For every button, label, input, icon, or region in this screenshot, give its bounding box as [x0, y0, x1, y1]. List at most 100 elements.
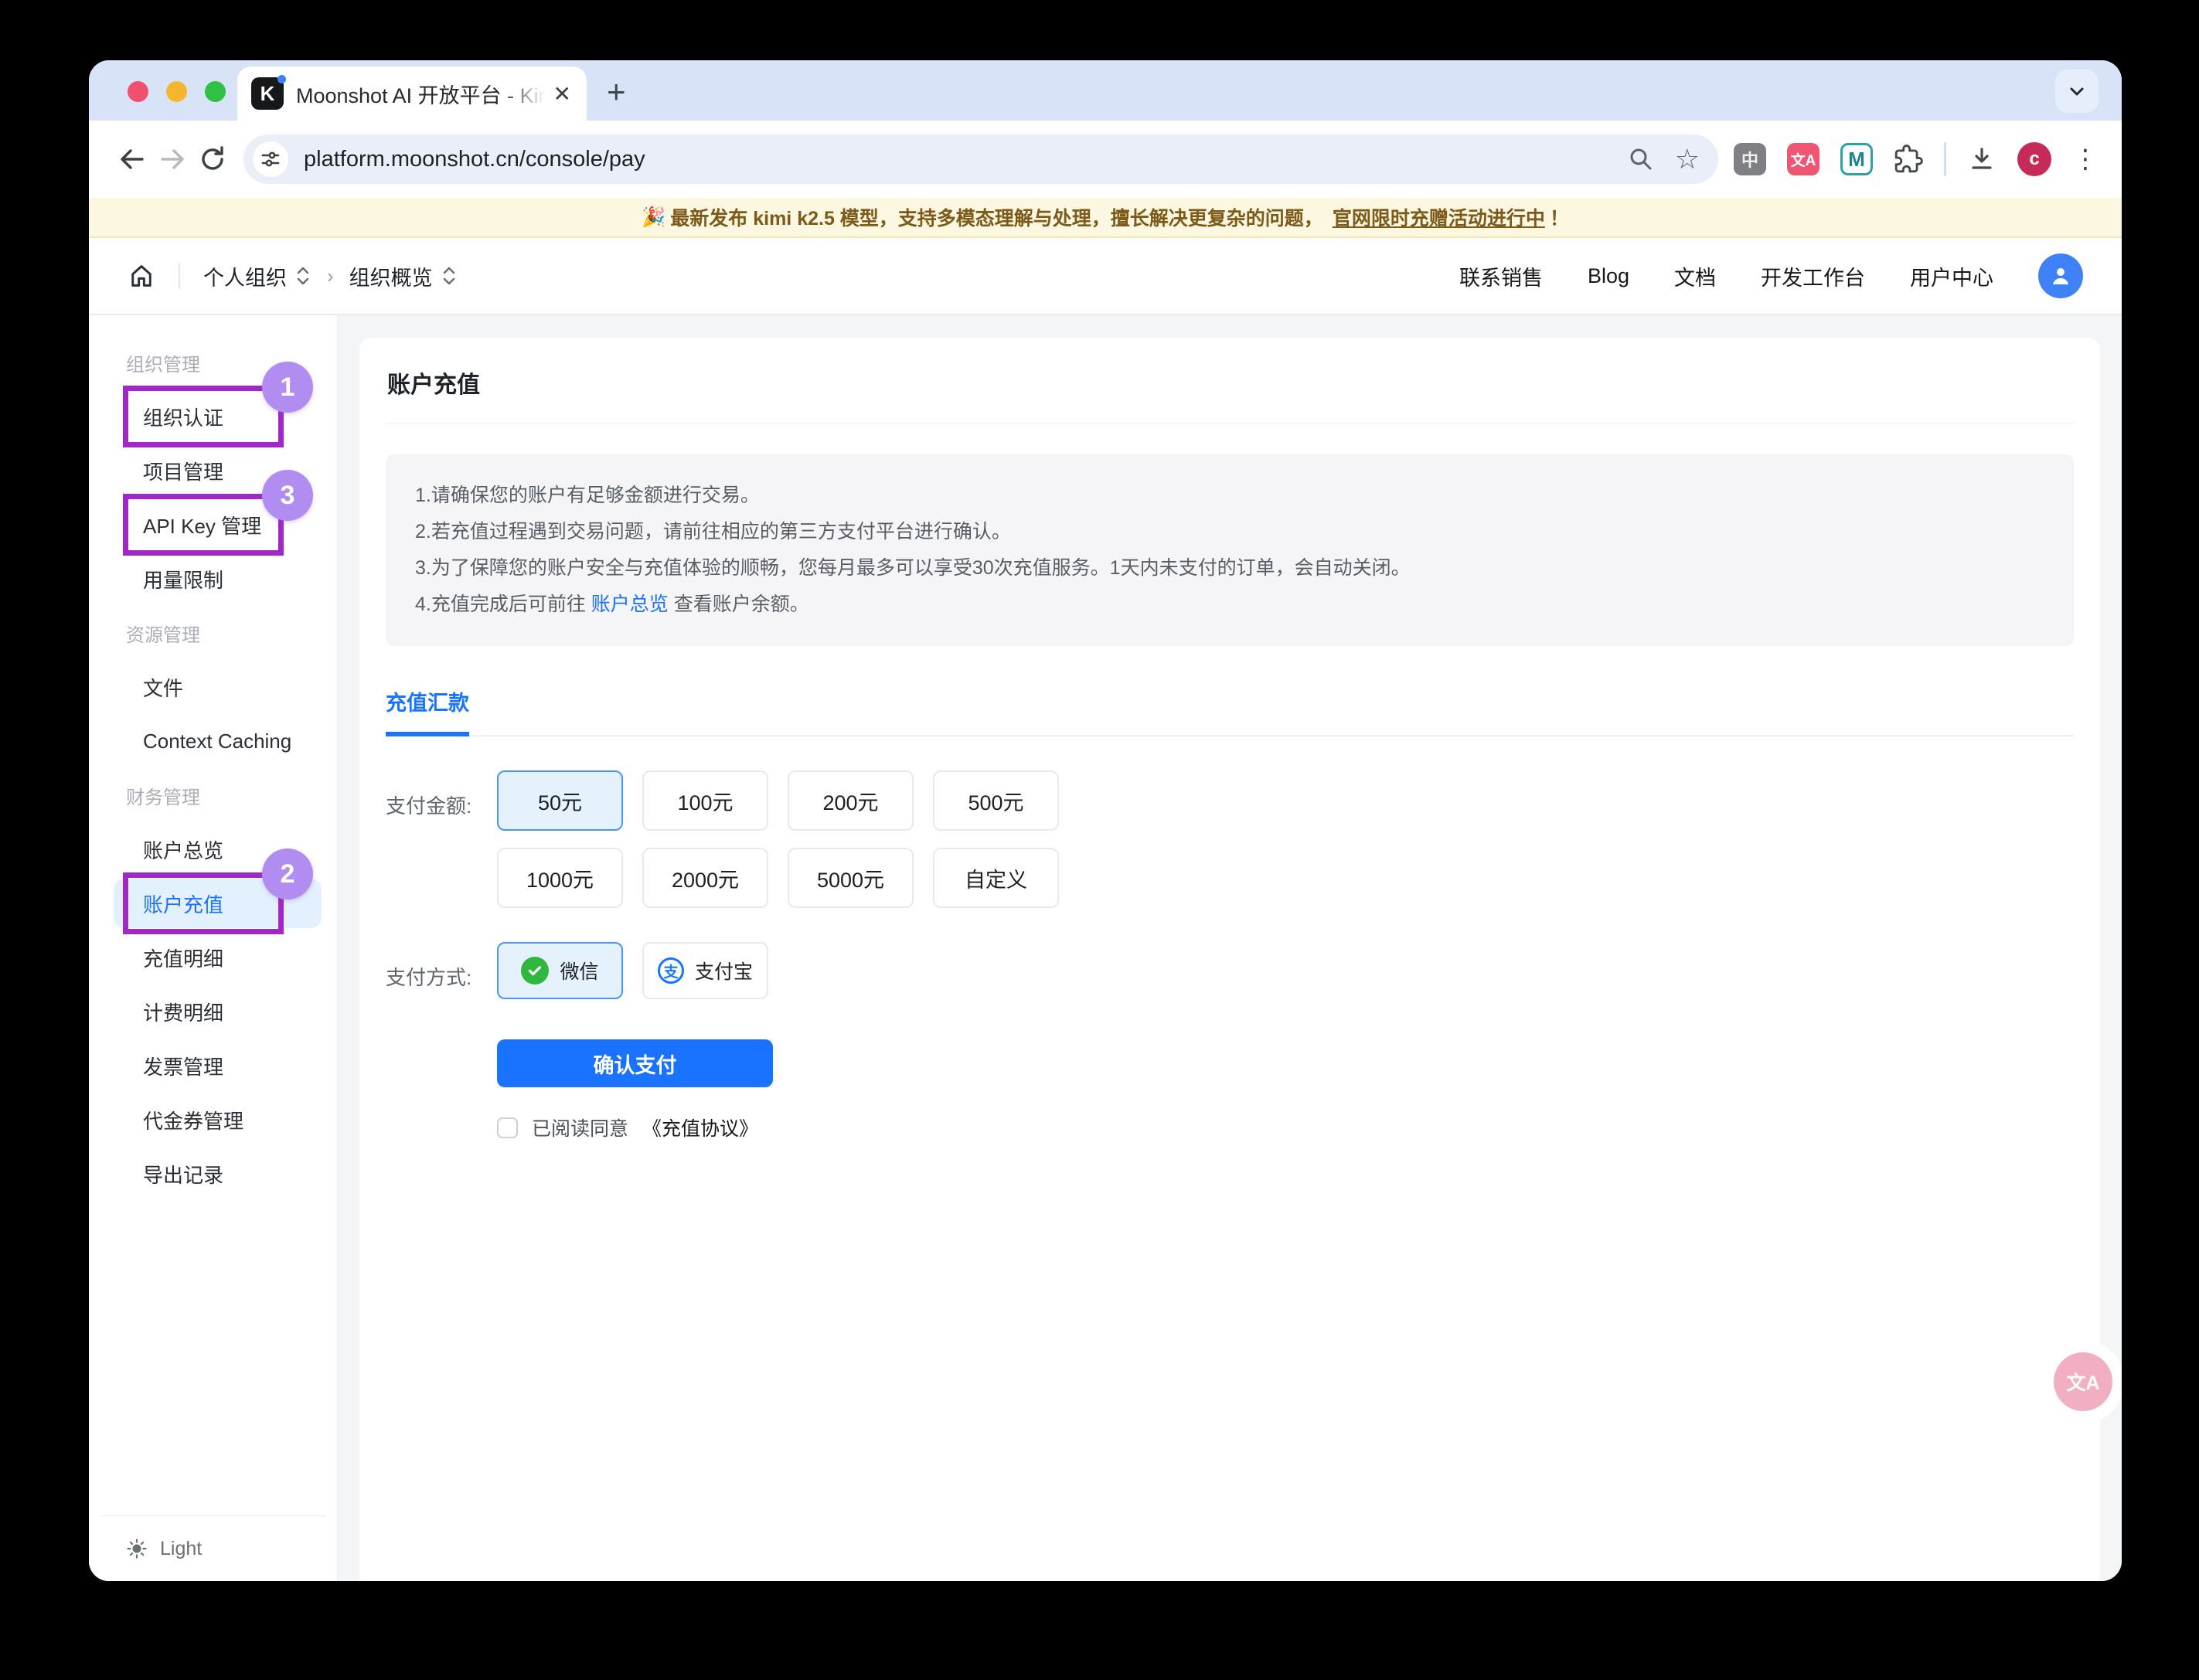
- sidebar-item-apikey[interactable]: API Key 管理 3: [89, 498, 337, 552]
- wechat-pay-button[interactable]: 微信: [497, 942, 623, 999]
- back-arrow-icon: [117, 144, 148, 175]
- chinese-extension-icon[interactable]: 中: [1734, 143, 1766, 175]
- tab-close-icon[interactable]: ✕: [553, 81, 571, 107]
- sidebar: 组织管理 组织认证 1 项目管理 API Key 管理 3 用量限制 资源管理 …: [89, 315, 338, 1581]
- zoom-page-button[interactable]: [1627, 145, 1655, 173]
- sidebar-item-export[interactable]: 导出记录: [89, 1147, 337, 1201]
- m-extension-icon[interactable]: M: [1840, 143, 1873, 175]
- sidebar-item-org-auth[interactable]: 组织认证 1: [89, 389, 337, 444]
- account-overview-link[interactable]: 账户总览: [591, 593, 669, 615]
- app-body: 组织管理 组织认证 1 项目管理 API Key 管理 3 用量限制 资源管理 …: [89, 315, 2122, 1581]
- sidebar-item-voucher[interactable]: 代金券管理: [89, 1093, 337, 1147]
- party-emoji-icon: 🎉: [642, 206, 665, 229]
- person-icon: [2048, 264, 2073, 288]
- reload-icon: [197, 144, 228, 175]
- tab-title: Moonshot AI 开放平台 - Kimi 大: [296, 79, 546, 109]
- minimize-window-button[interactable]: [166, 81, 187, 102]
- method-label: 支付方式:: [386, 942, 497, 999]
- sidebar-section-finance: 财务管理: [89, 768, 337, 822]
- notice-line-4: 4.充值完成后可前往 账户总览 查看账户余额。: [415, 587, 2044, 623]
- alipay-button[interactable]: 支 支付宝: [642, 942, 768, 999]
- sidebar-item-billing-detail[interactable]: 计费明细: [89, 985, 337, 1039]
- chevron-down-icon: [2065, 80, 2088, 103]
- sidebar-item-account-recharge[interactable]: 账户充值 2: [89, 876, 337, 930]
- amount-500-button[interactable]: 500元: [933, 770, 1059, 831]
- amount-custom-button[interactable]: 自定义: [933, 848, 1059, 908]
- banner-promo-link[interactable]: 官网限时充赠活动进行中: [1333, 203, 1545, 231]
- site-settings-button[interactable]: [253, 141, 288, 177]
- agreement-checkbox[interactable]: [497, 1117, 518, 1138]
- tune-icon: [260, 148, 281, 170]
- sidebar-item-quota[interactable]: 用量限制: [89, 552, 337, 606]
- browser-toolbar: platform.moonshot.cn/console/pay ☆ 中 文A …: [89, 121, 2122, 198]
- toolbar-divider: [1944, 142, 1946, 176]
- back-button[interactable]: [112, 139, 152, 179]
- main-area: 账户充值 1.请确保您的账户有足够金额进行交易。 2.若充值过程遇到交易问题，请…: [338, 315, 2122, 1581]
- bookmark-star-icon[interactable]: ☆: [1675, 145, 1700, 173]
- nav-dev-workbench[interactable]: 开发工作台: [1761, 261, 1865, 291]
- sidebar-item-invoice[interactable]: 发票管理: [89, 1039, 337, 1093]
- sidebar-item-files[interactable]: 文件: [89, 660, 337, 714]
- amount-50-button[interactable]: 50元: [497, 770, 623, 831]
- banner-text: 最新发布 kimi k2.5 模型，支持多模态理解与处理，擅长解决更复杂的问题，: [670, 203, 1323, 231]
- browser-profile-avatar[interactable]: c: [2017, 142, 2051, 176]
- sidebar-section-resources: 资源管理: [89, 606, 337, 660]
- sidebar-item-recharge-detail[interactable]: 充值明细: [89, 930, 337, 985]
- sidebar-item-context-caching[interactable]: Context Caching: [89, 714, 337, 768]
- translate-extension-icon[interactable]: 文A: [1787, 143, 1819, 175]
- downloads-button[interactable]: [1967, 145, 1996, 174]
- header-nav: 联系销售 Blog 文档 开发工作台 用户中心: [1459, 253, 2083, 298]
- selector-updown-icon: [294, 264, 311, 288]
- confirm-pay-button[interactable]: 确认支付: [497, 1039, 773, 1087]
- url-text[interactable]: platform.moonshot.cn/console/pay: [304, 147, 1607, 172]
- floating-translate-button[interactable]: 文A: [2054, 1352, 2112, 1411]
- nav-contact-sales[interactable]: 联系销售: [1459, 261, 1543, 291]
- agreement-row: 已阅读同意 《充值协议》: [497, 1114, 2074, 1141]
- alipay-icon: 支: [658, 957, 684, 984]
- forward-button[interactable]: [152, 139, 192, 179]
- amount-options: 50元 100元 200元 500元 1000元 2000元 5000元 自定义: [497, 770, 1059, 908]
- puzzle-icon: [1894, 145, 1923, 174]
- tab-recharge-remit[interactable]: 充值汇款: [386, 686, 469, 736]
- method-row: 支付方式: 微信 支 支付宝: [386, 942, 2074, 999]
- forward-arrow-icon: [157, 144, 188, 175]
- address-bar[interactable]: platform.moonshot.cn/console/pay ☆: [243, 134, 1718, 184]
- browser-menu-button[interactable]: ⋮: [2072, 144, 2099, 175]
- reload-button[interactable]: [192, 139, 233, 179]
- tab-search-button[interactable]: [2055, 70, 2099, 113]
- home-button[interactable]: [128, 262, 155, 290]
- nav-user-center[interactable]: 用户中心: [1910, 261, 1993, 291]
- extensions-puzzle-button[interactable]: [1894, 145, 1923, 174]
- recharge-form: 支付金额: 50元 100元 200元 500元 1000元 2000元 500…: [386, 770, 2074, 1141]
- wechat-label: 微信: [560, 957, 598, 985]
- breadcrumb-separator: ›: [327, 264, 334, 288]
- notice-box: 1.请确保您的账户有足够金额进行交易。 2.若充值过程遇到交易问题，请前往相应的…: [386, 454, 2074, 646]
- amount-row: 支付金额: 50元 100元 200元 500元 1000元 2000元 500…: [386, 770, 2074, 908]
- amount-200-button[interactable]: 200元: [788, 770, 914, 831]
- amount-2000-button[interactable]: 2000元: [642, 848, 768, 908]
- recharge-card: 账户充值 1.请确保您的账户有足够金额进行交易。 2.若充值过程遇到交易问题，请…: [359, 338, 2100, 1581]
- maximize-window-button[interactable]: [205, 81, 226, 102]
- amount-100-button[interactable]: 100元: [642, 770, 768, 831]
- annotation-badge-2: 2: [262, 849, 313, 900]
- browser-tab[interactable]: K Moonshot AI 开放平台 - Kimi 大 ✕: [237, 66, 587, 121]
- new-tab-button[interactable]: +: [607, 76, 626, 108]
- breadcrumb-page-selector[interactable]: 组织概览: [349, 261, 458, 291]
- nav-blog[interactable]: Blog: [1588, 264, 1629, 288]
- theme-toggle-label: Light: [160, 1538, 202, 1560]
- breadcrumb-org-selector[interactable]: 个人组织: [203, 261, 311, 291]
- page-title: 账户充值: [386, 338, 2074, 423]
- header-divider: [179, 263, 180, 289]
- recharge-agreement-link[interactable]: 《充值协议》: [642, 1114, 758, 1141]
- theme-toggle[interactable]: Light: [89, 1516, 337, 1581]
- promo-banner: 🎉 最新发布 kimi k2.5 模型，支持多模态理解与处理，擅长解决更复杂的问…: [89, 198, 2122, 238]
- user-avatar[interactable]: [2038, 253, 2083, 298]
- amount-5000-button[interactable]: 5000元: [788, 848, 914, 908]
- wechat-icon: [521, 957, 549, 985]
- nav-docs[interactable]: 文档: [1674, 261, 1716, 291]
- annotation-badge-3: 3: [262, 470, 313, 521]
- close-window-button[interactable]: [128, 81, 148, 102]
- annotation-badge-1: 1: [262, 362, 313, 413]
- banner-suffix: ！: [1550, 203, 1569, 231]
- amount-1000-button[interactable]: 1000元: [497, 848, 623, 908]
